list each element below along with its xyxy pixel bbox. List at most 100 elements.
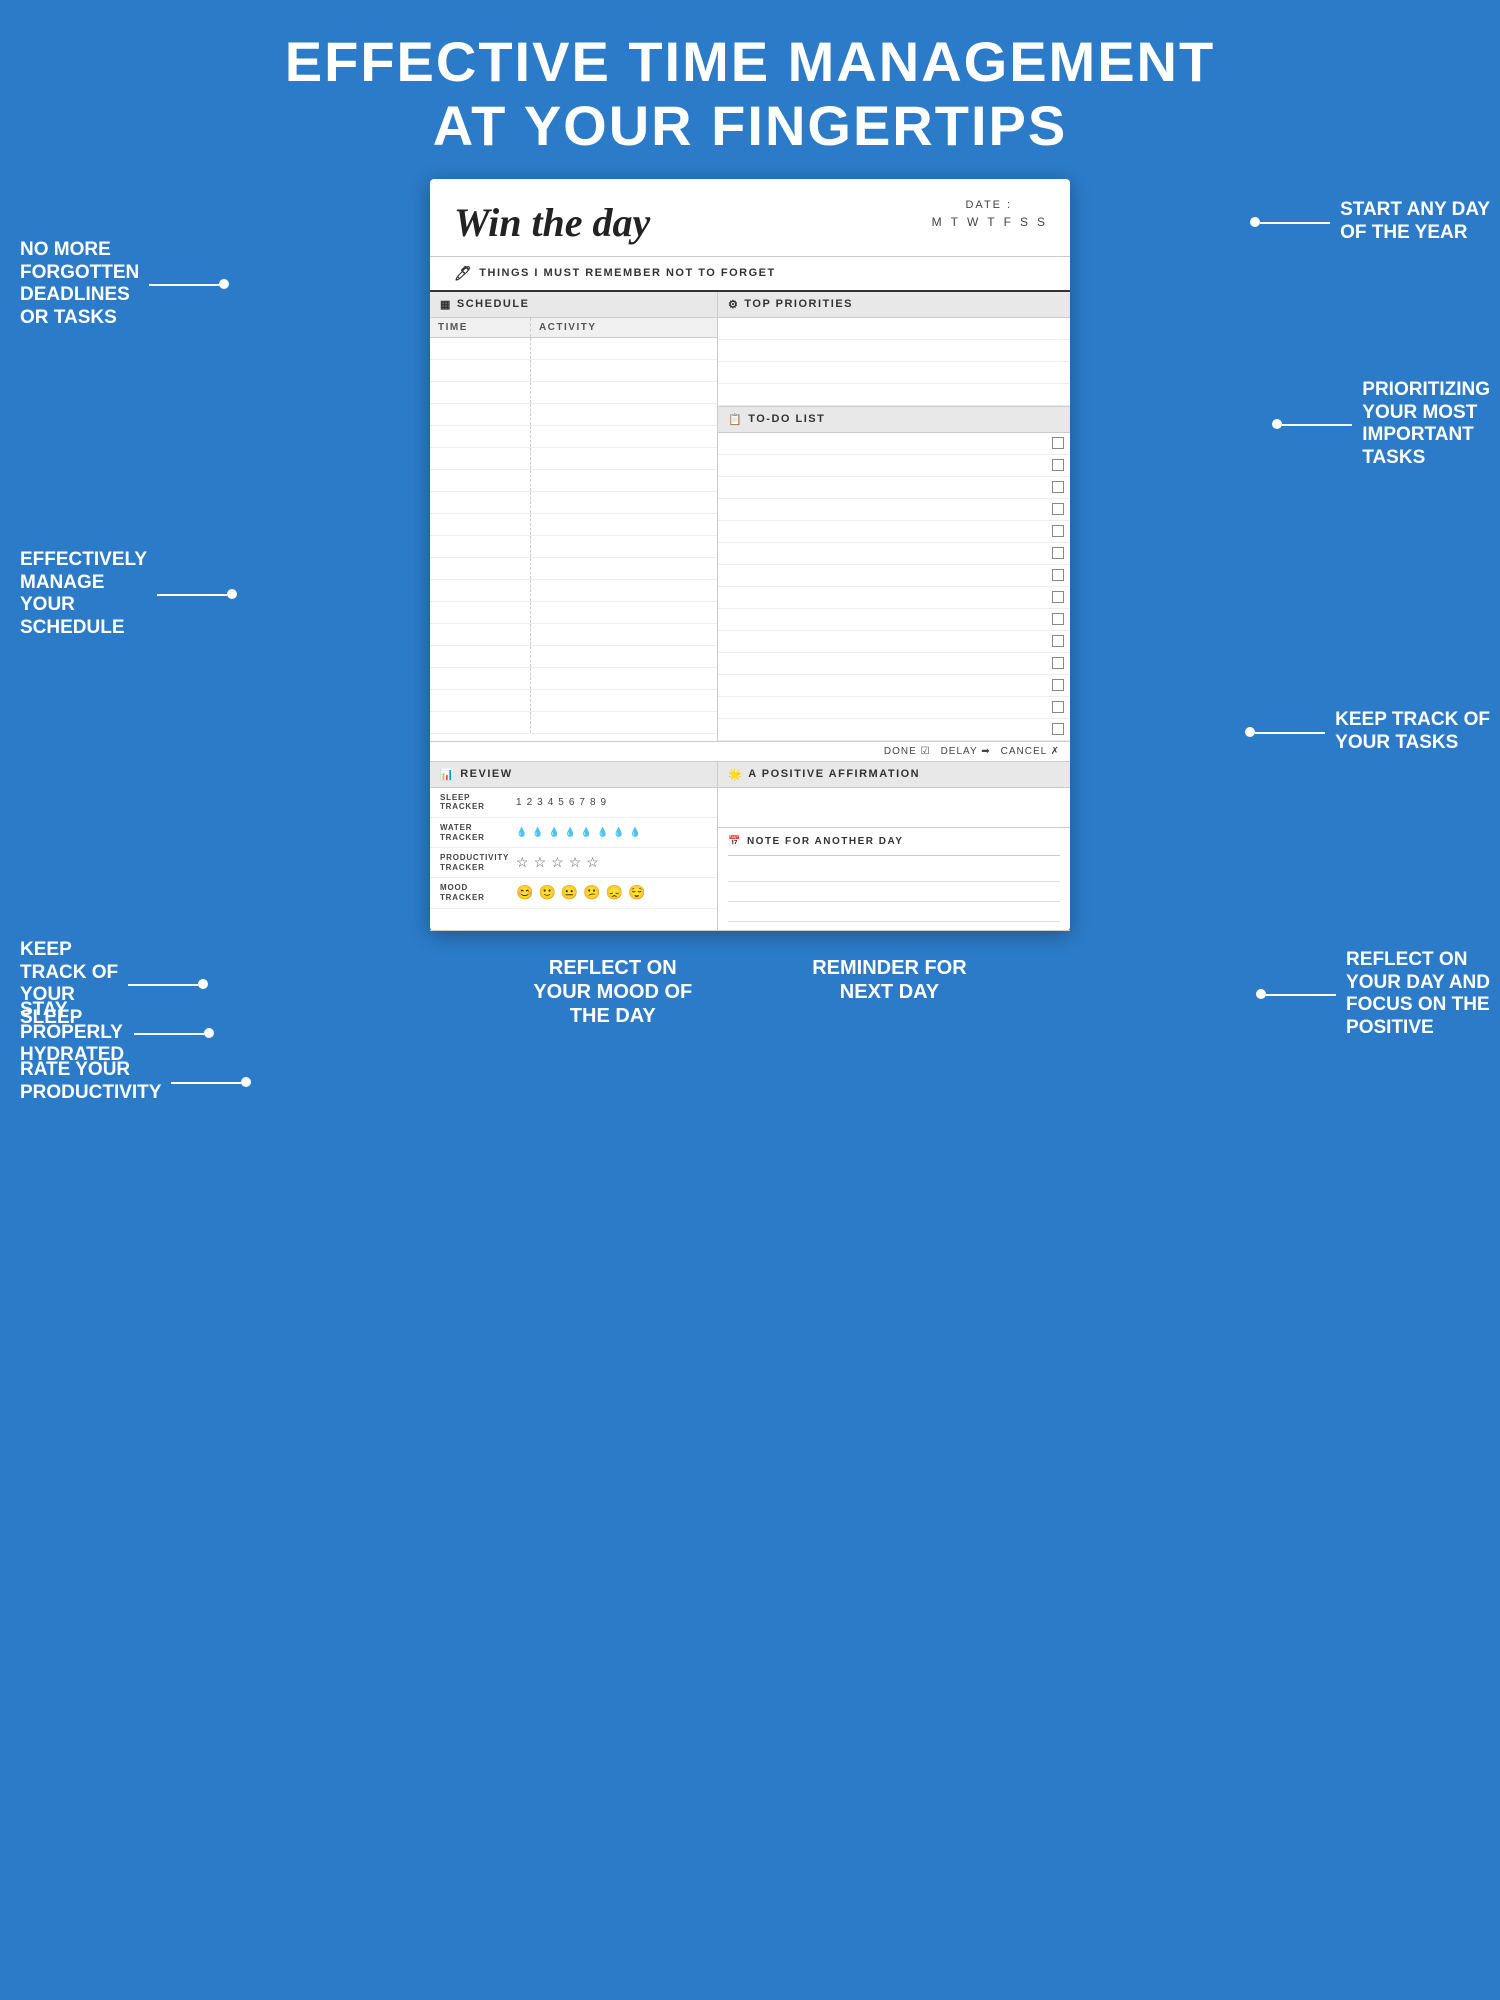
connector-line [1282,424,1352,426]
schedule-row [430,601,717,623]
schedule-row [430,469,717,491]
delay-status: DELAY ➡ [941,746,991,757]
right-column: ⚙ TOP PRIORITIES 📋 TO-DO LIST [718,292,1070,741]
activity-cell [530,425,717,447]
todo-header: 📋 TO-DO LIST [718,407,1070,433]
productivity-tracker-items: ☆ ☆ ☆ ☆ ☆ [516,854,600,871]
activity-cell [530,447,717,469]
dot-marker [227,589,237,599]
activity-cell [530,667,717,689]
ann-prioritizing: PRIORITIZINGYOUR MOSTIMPORTANTTASKS [1362,379,1490,470]
mood-tracker-row: MOODTRACKER 😊 🙂 😐 😕 😞 😌 [430,878,717,908]
activity-header: ACTIVITY [530,318,717,338]
productivity-tracker-row: PRODUCTIVITYTRACKER ☆ ☆ ☆ ☆ ☆ [430,848,717,878]
mood-tracker-items: 😊 🙂 😐 😕 😞 😌 [516,884,647,901]
schedule-row [430,447,717,469]
time-cell [430,469,530,491]
activity-cell [530,645,717,667]
todo-row [718,433,1070,455]
activity-cell [530,535,717,557]
note-line [728,902,1060,922]
bottom-annotations: REFLECT ONYOUR MOOD OFTHE DAY REMINDER F… [0,931,1500,1038]
todo-row [718,609,1070,631]
todo-row [718,719,1070,741]
time-cell [430,447,530,469]
activity-cell [530,337,717,359]
schedule-row [430,623,717,645]
connector-line [1266,994,1336,996]
sleep-tracker-items: 1 2 3 4 5 6 7 8 9 [516,797,607,808]
activity-cell [530,359,717,381]
todo-row [718,499,1070,521]
time-cell [430,535,530,557]
checkbox[interactable] [1052,525,1064,537]
priorities-header: ⚙ TOP PRIORITIES [718,292,1070,318]
checkbox[interactable] [1052,591,1064,603]
time-cell [430,689,530,711]
connector-line [1255,732,1325,734]
affirmation-header: 🌟 A POSITIVE AFFIRMATION [718,762,1070,788]
ann-hydrated: STAYPROPERLYHYDRATED [20,999,124,1067]
review-icon: 📊 [440,768,455,781]
checkbox[interactable] [1052,657,1064,669]
activity-cell [530,403,717,425]
connector-line [149,284,219,286]
planner-title: Win the day [454,199,650,246]
checkbox[interactable] [1052,569,1064,581]
checkbox[interactable] [1052,701,1064,713]
checkbox[interactable] [1052,481,1064,493]
planner-body: ▦ SCHEDULE TIME ACTIVITY [430,292,1070,742]
priority-row [718,340,1070,362]
todo-icon: 📋 [728,413,743,426]
schedule-column: ▦ SCHEDULE TIME ACTIVITY [430,292,718,741]
affirmation-icon: 🌟 [728,768,743,781]
schedule-row [430,513,717,535]
checkbox[interactable] [1052,437,1064,449]
ann-reminder: REMINDER FORNEXT DAY [812,956,966,1028]
activity-cell [530,557,717,579]
ann-productivity: RATE YOURPRODUCTIVITY [20,1059,161,1105]
todo-row [718,455,1070,477]
todo-row [718,587,1070,609]
planner-header: Win the day DATE : M T W T F S S [430,179,1070,257]
done-status: DONE ☑ [884,746,931,757]
dot-marker [241,1077,251,1087]
time-cell [430,557,530,579]
todo-row [718,565,1070,587]
checkbox[interactable] [1052,613,1064,625]
checkbox[interactable] [1052,503,1064,515]
review-section: 📊 REVIEW SLEEPTRACKER 1 2 3 4 5 6 7 8 [430,762,1070,931]
time-cell [430,711,530,733]
day-selector: M T W T F S S [932,215,1046,229]
checkbox[interactable] [1052,635,1064,647]
time-cell [430,513,530,535]
connector-line [1260,222,1330,224]
status-row: DONE ☑ DELAY ➡ CANCEL ✗ [430,742,1070,762]
checkbox[interactable] [1052,679,1064,691]
planner-paper: Win the day DATE : M T W T F S S 🖊 THING… [430,179,1070,931]
review-column: 📊 REVIEW SLEEPTRACKER 1 2 3 4 5 6 7 8 [430,762,718,930]
priorities-icon: ⚙ [728,298,739,311]
activity-cell [530,579,717,601]
dot-marker [1245,727,1255,737]
todo-row [718,675,1070,697]
activity-cell [530,491,717,513]
schedule-row [430,425,717,447]
activity-cell [530,381,717,403]
todo-row [718,477,1070,499]
checkbox[interactable] [1052,547,1064,559]
schedule-table: TIME ACTIVITY [430,318,717,734]
dot-marker [1272,419,1282,429]
schedule-row [430,711,717,733]
connector-line [171,1082,241,1084]
checkbox[interactable] [1052,723,1064,735]
note-lines [728,855,1060,922]
todo-row [718,697,1070,719]
affirmation-space [718,788,1070,828]
priority-rows [718,318,1070,406]
checkbox[interactable] [1052,459,1064,471]
todo-row [718,631,1070,653]
schedule-row [430,689,717,711]
remember-icon: 🖊 [454,265,473,282]
time-cell [430,645,530,667]
